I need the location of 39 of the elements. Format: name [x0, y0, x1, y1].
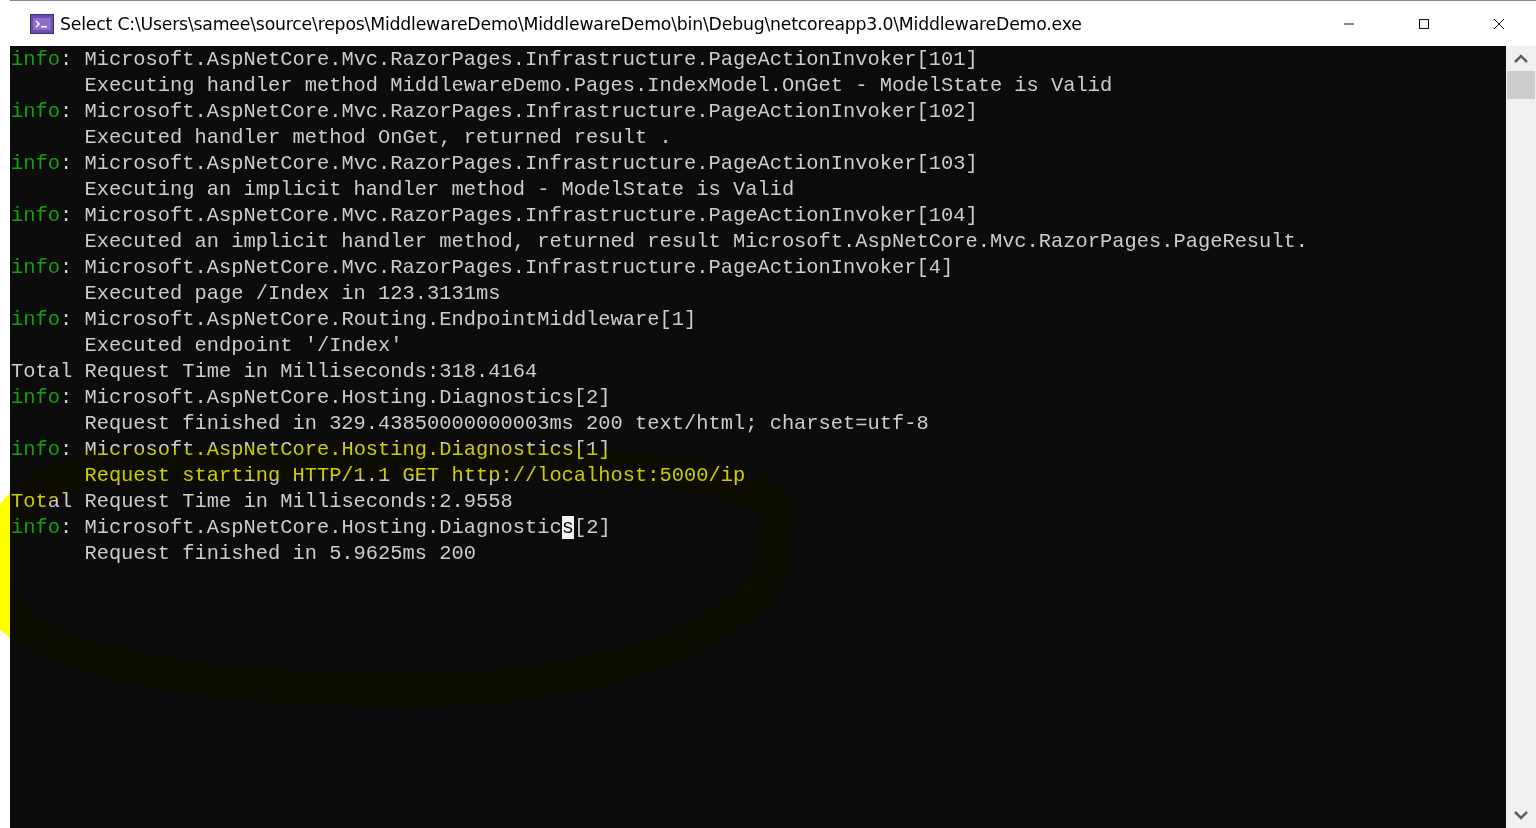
log-text: : Microsoft.AspNetCore.Mvc.RazorPages.Infrastructure.PageActionInvoker[102] [59, 100, 978, 123]
log-level: info [11, 48, 60, 71]
window-title: Select C:\Users\samee\source\repos\MiddlewareDemo\MiddlewareDemo\bin\Debug\netcoreapp3.0\MiddlewareDemo.exe [60, 13, 1082, 34]
maximize-icon [1417, 17, 1430, 30]
log-level: info [11, 152, 60, 175]
log-text: [2] [573, 516, 611, 539]
log-text: Total Request Time in Milliseconds:318.4164 [11, 360, 538, 383]
log-text: Request finished in 5.9625ms 200 [84, 542, 476, 565]
log-level: info [11, 516, 60, 539]
log-text: : Microsoft.AspNetCore.Routing.EndpointMiddleware[1] [59, 308, 697, 331]
log-text: : Microsoft.AspNetCore.Mvc.RazorPages.Infrastructure.PageActionInvoker[4] [59, 256, 954, 279]
log-text: Executing an implicit handler method - ModelState is Valid [84, 178, 795, 201]
log-text: Executed endpoint '/Index' [84, 334, 403, 357]
text-cursor: s [561, 516, 574, 539]
log-text: Request starting HTTP/1.1 GET http://localhost:5000/ip [84, 464, 746, 487]
log-text: Executed an implicit handler method, returned result Microsoft.AspNetCore.Mvc.RazorPages.PageResult. [84, 230, 1309, 253]
log-text: : Microsoft.AspNetCore.Mvc.RazorPages.Infrastructure.PageActionInvoker[101] [59, 48, 978, 71]
log-text: : Microsoft.AspNetCore.Mvc.RazorPages.Infrastructure.PageActionInvoker[104] [59, 204, 978, 227]
close-icon [1492, 17, 1505, 30]
log-text: : Microsoft.AspNetCore.Hosting.Diagnostics[2] [59, 386, 611, 409]
log-level: info [11, 204, 60, 227]
log-level: info [11, 100, 60, 123]
scroll-up-icon[interactable] [1514, 54, 1528, 63]
log-level: info [11, 256, 60, 279]
log-level: info [11, 308, 60, 331]
log-text: : Microsoft.AspNetCore.Hosting.Diagnostics[1] [59, 438, 611, 461]
log-level: info [11, 438, 60, 461]
vertical-scrollbar[interactable] [1506, 46, 1536, 828]
log-text: Executing handler method MiddlewareDemo.Pages.IndexModel.OnGet - ModelState is Valid [84, 74, 1113, 97]
console-app-icon [30, 13, 54, 34]
log-text: : Microsoft.AspNetCore.Mvc.RazorPages.Infrastructure.PageActionInvoker[103] [59, 152, 978, 175]
log-text: Request finished in 329.43850000000003ms 200 text/html; charset=utf-8 [84, 412, 929, 435]
log-text: : Microsoft.AspNetCore.Hosting.Diagnostic [59, 516, 562, 539]
log-text: Executed page /Index in 123.3131ms [84, 282, 501, 305]
log-text: Executed handler method OnGet, returned result . [84, 126, 672, 149]
scroll-down-icon[interactable] [1514, 811, 1528, 820]
log-level: info [11, 386, 60, 409]
log-text: Total Request Time in Milliseconds:2.9558 [11, 490, 513, 513]
scrollbar-thumb[interactable] [1507, 71, 1535, 99]
